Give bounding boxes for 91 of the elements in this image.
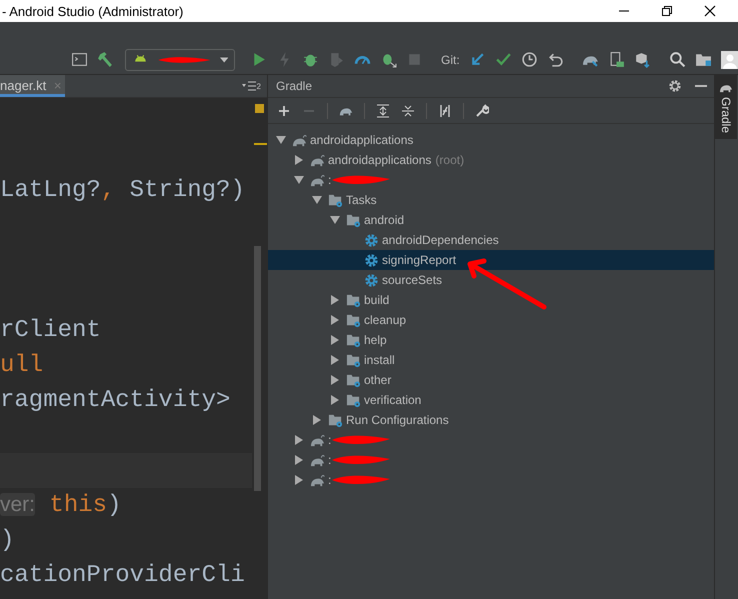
tree-item-note: (root) — [435, 153, 464, 167]
elephant-icon — [292, 132, 307, 148]
close-icon[interactable] — [704, 5, 716, 17]
elephant-icon — [310, 472, 325, 488]
collapsed-arrow-icon[interactable] — [294, 155, 304, 165]
tree-item[interactable]: : — [328, 453, 332, 467]
gear-icon — [364, 232, 379, 248]
tree-item[interactable]: cleanup — [364, 313, 406, 327]
undo-icon[interactable] — [546, 51, 564, 68]
folder-gear-icon — [328, 192, 343, 208]
collapsed-arrow-icon[interactable] — [330, 335, 340, 345]
folder-gear-icon — [346, 212, 361, 228]
code-line: rClient — [0, 317, 101, 344]
vcs-label: Git: — [441, 52, 460, 66]
folder-icon[interactable] — [694, 51, 712, 68]
tree-item[interactable]: androidapplications — [310, 133, 414, 147]
code-line: ull — [0, 352, 44, 379]
code-line: ver: this) — [0, 492, 122, 519]
run-configuration-dropdown[interactable] — [125, 48, 235, 70]
hammer-icon[interactable] — [97, 51, 114, 68]
tree-item[interactable]: build — [364, 293, 390, 307]
folder-gear-icon — [346, 332, 361, 348]
warning-marker[interactable] — [255, 104, 264, 113]
tree-item[interactable]: : — [328, 433, 332, 447]
elephant-icon — [310, 172, 325, 188]
settings-icon[interactable] — [668, 79, 682, 93]
avatar-icon[interactable] — [720, 50, 738, 68]
tree-item[interactable]: verification — [364, 393, 422, 407]
expanded-arrow-icon[interactable] — [312, 195, 322, 205]
clock-icon[interactable] — [520, 51, 538, 68]
tree-item[interactable]: android — [364, 213, 404, 227]
tree-item[interactable]: Run Configurations — [346, 413, 449, 427]
search-icon[interactable] — [668, 51, 686, 68]
gear-icon — [364, 272, 379, 288]
caret-underline — [254, 143, 267, 145]
tree-item[interactable]: androidDependencies — [382, 233, 499, 247]
folder-gear-icon — [346, 372, 361, 388]
tree-item[interactable]: : — [328, 473, 332, 487]
folder-gear-icon — [346, 312, 361, 328]
gear-icon — [364, 252, 379, 268]
device-icon[interactable] — [608, 51, 625, 68]
selected-row-highlight[interactable]: signingReport — [268, 250, 714, 270]
collapsed-arrow-icon[interactable] — [330, 315, 340, 325]
folder-gear-icon — [346, 392, 361, 408]
bug-arrow-icon[interactable] — [380, 51, 397, 68]
folder-gear-icon — [328, 412, 343, 428]
window-title: - Android Studio (Administrator) — [1, 4, 184, 18]
collapsed-arrow-icon[interactable] — [330, 375, 340, 385]
expanded-arrow-icon[interactable] — [294, 175, 304, 185]
check-icon[interactable] — [494, 51, 512, 68]
tree-item[interactable]: Tasks — [346, 193, 377, 207]
tree-item[interactable]: help — [364, 333, 387, 347]
code-line: ) — [0, 527, 14, 554]
folder-gear-icon — [346, 352, 361, 368]
tree-item[interactable]: : — [328, 173, 332, 187]
expanded-arrow-icon[interactable] — [330, 215, 340, 225]
restore-icon[interactable] — [661, 5, 673, 17]
tree-item[interactable]: androidapplications — [328, 153, 432, 167]
terminal-icon[interactable] — [71, 51, 88, 68]
wrench-icon[interactable] — [475, 104, 489, 118]
tab-list-icon[interactable] — [242, 81, 256, 91]
collapsed-arrow-icon[interactable] — [294, 435, 304, 445]
toggle-offline-icon[interactable] — [438, 104, 452, 118]
collapsed-arrow-icon[interactable] — [330, 395, 340, 405]
collapse-all-icon[interactable] — [401, 104, 415, 118]
file-tab[interactable]: nager.kt × — [0, 75, 66, 97]
add-icon[interactable] — [277, 104, 291, 118]
tree-item[interactable]: signingReport — [382, 253, 456, 267]
collapsed-arrow-icon[interactable] — [294, 455, 304, 465]
caret-icon — [220, 56, 228, 64]
code-line: LatLng?, String?) — [0, 177, 245, 204]
package-icon[interactable] — [634, 51, 651, 68]
tree-item[interactable]: install — [364, 353, 395, 367]
elephant-icon — [310, 432, 325, 448]
code-line: ragmentActivity> — [0, 387, 230, 414]
collapsed-arrow-icon[interactable] — [312, 415, 322, 425]
collapsed-arrow-icon[interactable] — [330, 355, 340, 365]
elephant-icon — [310, 152, 325, 168]
scrollbar-thumb[interactable] — [254, 246, 261, 491]
folder-gear-icon — [346, 292, 361, 308]
expanded-arrow-icon[interactable] — [276, 135, 286, 145]
collapsed-arrow-icon[interactable] — [294, 475, 304, 485]
tab-count: 2 — [256, 82, 261, 90]
code-line: cationProviderCli — [0, 562, 245, 589]
expand-all-icon[interactable] — [376, 104, 390, 118]
elephant-icon — [310, 452, 325, 468]
panel-title: Gradle — [276, 79, 312, 93]
side-tool-tab[interactable]: Gradle — [715, 75, 737, 140]
tree-item[interactable]: sourceSets — [382, 273, 442, 287]
tree-item[interactable]: other — [364, 373, 392, 387]
collapsed-arrow-icon[interactable] — [330, 295, 340, 305]
